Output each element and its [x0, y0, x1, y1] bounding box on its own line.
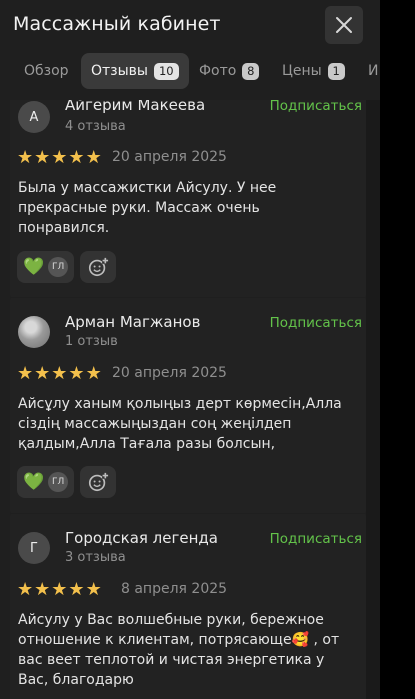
close-button[interactable]	[325, 6, 363, 44]
avatar[interactable]: А	[18, 101, 50, 133]
tab-photos[interactable]: Фото 8	[189, 53, 269, 89]
reaction-button[interactable]: 💚 ГЛ	[17, 251, 75, 283]
add-reaction-icon	[89, 472, 109, 492]
scroll-track	[366, 82, 380, 699]
star-icon: ★	[17, 579, 34, 600]
tab-info[interactable]: И	[358, 53, 380, 89]
tab-label: Обзор	[24, 63, 69, 79]
review-date: 20 апреля 2025	[112, 149, 227, 165]
avatar[interactable]: Г	[18, 532, 50, 564]
star-icon: ★	[68, 579, 85, 600]
heart-icon: 💚	[23, 472, 45, 492]
page-title: Массажный кабинет	[13, 13, 221, 35]
tab-prices[interactable]: Цены 1	[272, 53, 355, 89]
star-icon: ★	[34, 363, 51, 384]
tab-count-badge: 8	[242, 62, 260, 80]
star-icon: ★	[51, 147, 68, 168]
reviewer-name[interactable]: Городская легенда	[65, 529, 218, 547]
review-count: 4 отзыва	[65, 119, 126, 134]
tab-label: Цены	[282, 63, 322, 79]
review-count: 1 отзыв	[65, 334, 118, 349]
subscribe-button[interactable]: Подписаться	[270, 531, 362, 547]
reviews-sheet: А Айгерим Макеева 4 отзыва Подписаться ★…	[0, 0, 380, 699]
heart-icon: 💚	[23, 257, 45, 277]
review-count: 3 отзыва	[65, 550, 126, 565]
subscribe-button[interactable]: Подписаться	[270, 315, 362, 331]
tab-overview[interactable]: Обзор	[14, 53, 79, 89]
star-icon: ★	[51, 579, 68, 600]
star-icon: ★	[17, 147, 34, 168]
star-icon: ★	[34, 579, 51, 600]
reactions-bar: 💚 ГЛ	[17, 251, 117, 283]
star-icon: ★	[85, 363, 102, 384]
reviews-list[interactable]: А Айгерим Макеева 4 отзыва Подписаться ★…	[0, 0, 380, 699]
reactor-avatar: ГЛ	[48, 472, 69, 492]
star-icon: ★	[68, 147, 85, 168]
tab-bar: Обзор Отзывы 10 Фото 8 Цены 1 И	[0, 53, 380, 89]
review-text: Айсулу у Вас волшебные руки, бережное от…	[18, 612, 340, 688]
add-reaction-button[interactable]	[80, 251, 117, 283]
add-reaction-icon	[89, 257, 109, 277]
tab-label: И	[368, 63, 379, 79]
rating-stars: ★ ★ ★ ★ ★	[17, 149, 102, 167]
rating-stars: ★ ★ ★ ★ ★	[17, 581, 102, 599]
star-icon: ★	[68, 363, 85, 384]
tab-label: Фото	[199, 63, 237, 79]
star-icon: ★	[34, 147, 51, 168]
star-icon: ★	[85, 147, 102, 168]
star-icon: ★	[51, 363, 68, 384]
tab-count-badge: 1	[327, 62, 345, 80]
close-icon	[336, 17, 352, 33]
review-text: Айсұлу ханым қолыңыз дерт көрмесін,Алла …	[18, 396, 342, 452]
rating-stars: ★ ★ ★ ★ ★	[17, 365, 102, 383]
review-date: 20 апреля 2025	[112, 365, 227, 381]
avatar[interactable]	[18, 316, 50, 348]
reaction-button[interactable]: 💚 ГЛ	[17, 466, 75, 498]
star-icon: ★	[85, 579, 102, 600]
reactor-avatar: ГЛ	[48, 257, 69, 277]
add-reaction-button[interactable]	[80, 466, 117, 498]
tab-count-badge: 10	[153, 62, 179, 80]
reviewer-name[interactable]: Арман Магжанов	[65, 313, 200, 331]
tab-label: Отзывы	[91, 63, 148, 79]
reactions-bar: 💚 ГЛ	[17, 466, 117, 498]
subscribe-button[interactable]: Подписаться	[270, 98, 362, 114]
review-text: Была у массажистки Айсулу. У нее прекрас…	[18, 180, 277, 236]
star-icon: ★	[17, 363, 34, 384]
tab-reviews[interactable]: Отзывы 10	[81, 53, 189, 89]
review-date: 8 апреля 2025	[121, 581, 228, 597]
sheet-header: Массажный кабинет Обзор Отзывы 10 Фото 8…	[0, 0, 380, 100]
